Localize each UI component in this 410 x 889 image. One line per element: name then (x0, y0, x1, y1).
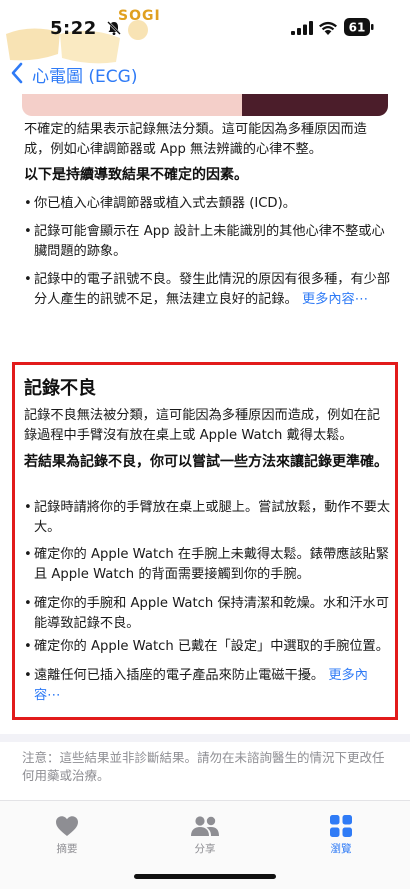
disclaimer-note: 注意：這些結果並非診斷結果。請勿在未諮詢醫生的情況下更改任何用藥或治療。 (22, 750, 385, 783)
grid-icon (330, 815, 352, 837)
ecg-illustration (22, 94, 388, 116)
section-divider (0, 734, 410, 742)
tab-browse-label: 瀏覽 (330, 843, 352, 855)
home-indicator[interactable] (134, 874, 276, 879)
watermark-text: SOGI (118, 8, 161, 24)
factor-bullet-1: 你已植入心律調節器或植入式去顫器 (ICD)。 (24, 194, 394, 214)
tip-bullet-1: 記錄時請將你的手臂放在桌上或腿上。嘗試放鬆，動作不要太大。 (24, 498, 394, 538)
tips-heading: 若結果為記錄不良，你可以嘗試一些方法來讓記錄更準確。 (24, 454, 388, 470)
people-icon (191, 816, 219, 836)
wifi-icon (319, 21, 337, 35)
tip-bullet-2: 確定你的 Apple Watch 在手腕上未戴得太鬆。錶帶應該貼緊且 Apple… (24, 545, 394, 585)
cellular-signal-icon (291, 21, 313, 35)
tab-summary-label: 摘要 (56, 843, 78, 855)
bell-muted-icon (107, 21, 121, 35)
battery-level: 61 (349, 21, 366, 35)
back-button[interactable]: 心電圖 (ECG) (32, 62, 137, 87)
factors-heading: 以下是持續導致結果不確定的因素。 (24, 167, 248, 183)
navigation-bar: 心電圖 (ECG) (0, 54, 410, 94)
tip-bullet-5-text: 遠離任何已插入插座的電子產品來防止電磁干擾。 (34, 668, 325, 683)
tab-summary[interactable]: 摘要 (27, 815, 107, 856)
inconclusive-paragraph: 不確定的結果表示記錄無法分類。這可能因為多種原因而造成，例如心律調節器或 App… (24, 122, 367, 157)
more-content-link[interactable]: 更多內容⋯ (302, 292, 368, 307)
status-time: 5:22 (50, 18, 97, 39)
tab-sharing-label: 分享 (194, 843, 216, 855)
tab-browse[interactable]: 瀏覽 (301, 815, 381, 856)
section-title-poor-recording: 記錄不良 (24, 378, 96, 399)
tip-bullet-3: 確定你的手腕和 Apple Watch 保持清潔和乾燥。水和汗水可能導致記錄不良… (24, 594, 394, 634)
factor-bullet-2: 記錄可能會顯示在 App 設計上未能識別的其他心律不整或心臟問題的跡象。 (24, 222, 394, 262)
tip-bullet-5: 遠離任何已插入插座的電子產品來防止電磁干擾。 更多內容⋯ (24, 666, 394, 706)
tip-bullet-4: 確定你的 Apple Watch 已戴在「設定」中選取的手腕位置。 (24, 637, 394, 657)
battery-icon: 61 (344, 18, 374, 36)
factor-bullet-3: 記錄中的電子訊號不良。發生此情況的原因有很多種，有少部分人產生的訊號不足，無法建… (24, 270, 394, 310)
illustration-right (242, 94, 388, 116)
heart-icon (56, 816, 78, 836)
illustration-left (22, 94, 242, 116)
chevron-left-icon[interactable] (10, 62, 24, 84)
status-bar: SOGI 5:22 61 (0, 0, 410, 64)
poor-recording-paragraph: 記錄不良無法被分類，這可能因為多種原因而造成，例如在記錄過程中手臂沒有放在桌上或… (24, 408, 381, 443)
tab-sharing[interactable]: 分享 (165, 815, 245, 856)
